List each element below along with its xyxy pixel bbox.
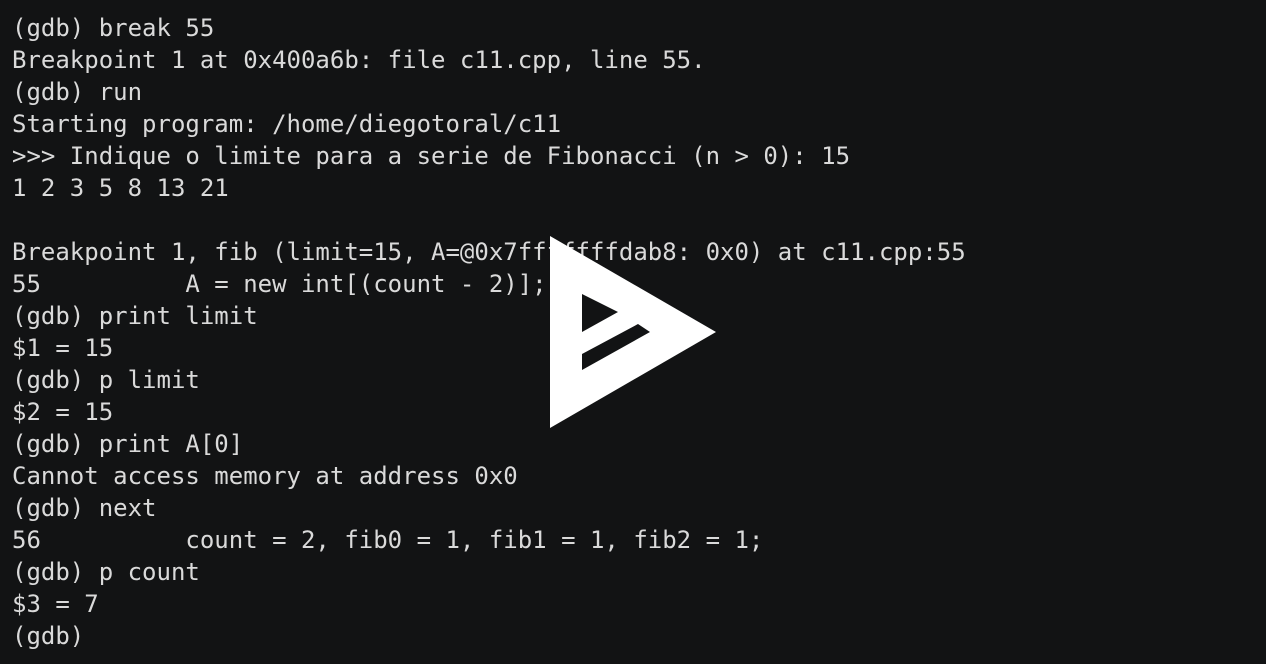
terminal-line: (gdb) print limit — [12, 302, 258, 330]
terminal-line: 1 2 3 5 8 13 21 — [12, 174, 229, 202]
terminal-line: 56 count = 2, fib0 = 1, fib1 = 1, fib2 =… — [12, 526, 764, 554]
terminal-line: $3 = 7 — [12, 590, 99, 618]
terminal-line: Starting program: /home/diegotoral/c11 — [12, 110, 562, 138]
play-button[interactable] — [548, 236, 718, 430]
terminal-line: (gdb) p count — [12, 558, 200, 586]
terminal-window[interactable]: (gdb) break 55 Breakpoint 1 at 0x400a6b:… — [0, 0, 1266, 664]
terminal-line: (gdb) run — [12, 78, 143, 106]
asciinema-play-icon — [550, 236, 716, 428]
terminal-line: >>> Indique o limite para a serie de Fib… — [12, 142, 851, 170]
terminal-line: Breakpoint 1 at 0x400a6b: file c11.cpp, … — [12, 46, 706, 74]
terminal-line: $2 = 15 — [12, 398, 114, 426]
terminal-output: (gdb) break 55 Breakpoint 1 at 0x400a6b:… — [12, 12, 966, 652]
terminal-line: $1 = 15 — [12, 334, 114, 362]
terminal-line: Cannot access memory at address 0x0 — [12, 462, 518, 490]
terminal-line: 55 A = new int[(count - 2)]; — [12, 270, 547, 298]
terminal-line: (gdb) print A[0] — [12, 430, 244, 458]
terminal-line: Breakpoint 1, fib (limit=15, A=@0x7fffff… — [12, 238, 966, 266]
terminal-line: (gdb) break 55 — [12, 14, 215, 42]
terminal-line: (gdb) — [12, 622, 85, 650]
terminal-line: (gdb) p limit — [12, 366, 200, 394]
terminal-line: (gdb) next — [12, 494, 157, 522]
